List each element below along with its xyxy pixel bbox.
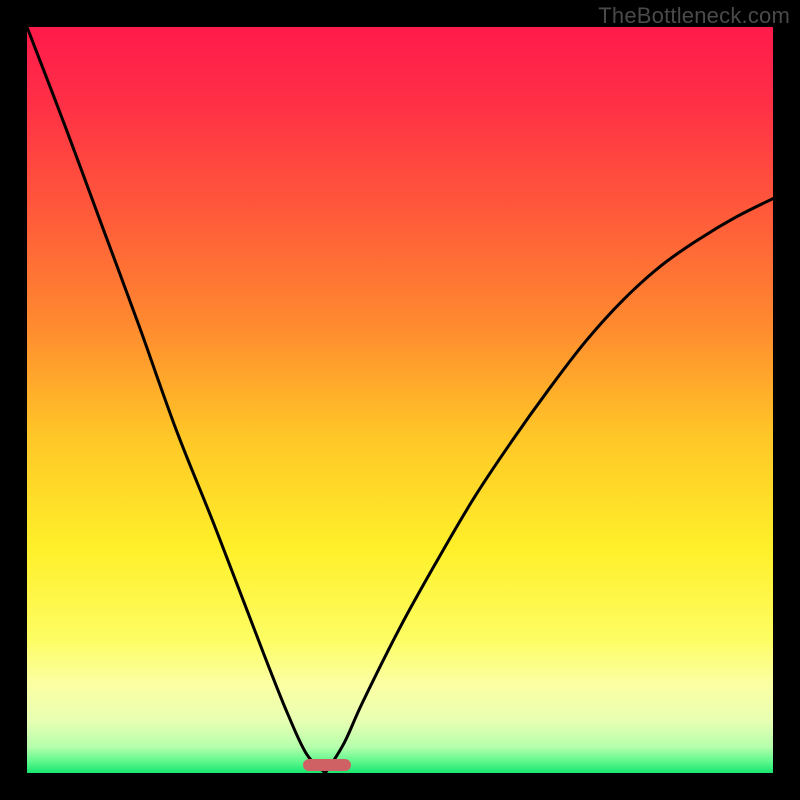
chart-frame: TheBottleneck.com xyxy=(0,0,800,800)
curve-left-branch xyxy=(27,27,325,773)
curve-right-branch xyxy=(325,199,773,773)
watermark-text: TheBottleneck.com xyxy=(598,3,790,29)
bottleneck-curves xyxy=(27,27,773,773)
plot-area xyxy=(27,27,773,773)
optimum-marker xyxy=(303,759,351,772)
